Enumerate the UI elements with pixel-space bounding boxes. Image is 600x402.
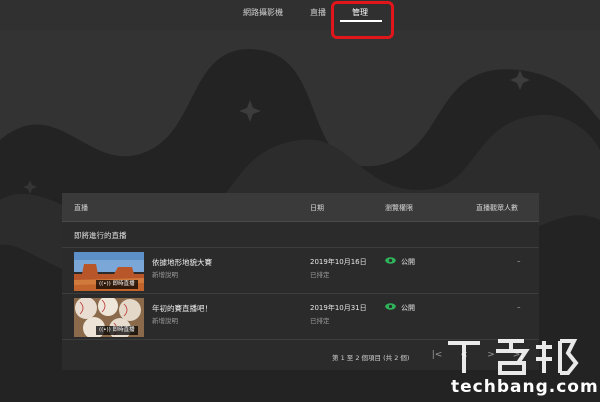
pagination-summary: 第 1 至 2 個項目 (共 2 個) [332,354,410,362]
visibility-value[interactable]: 公開 [401,257,415,267]
column-header-date[interactable]: 日期 [310,203,324,213]
column-header-visibility[interactable]: 瀏覽權限 [385,203,413,213]
tab-webcam[interactable]: 網路攝影機 [243,7,283,18]
column-header-stream[interactable]: 直播 [74,203,88,213]
stream-description[interactable]: 新增說明 [152,315,178,325]
live-badge: ((•)) 即時直播 [96,326,138,335]
table-row[interactable]: ((•)) 即時直播 依據地形地貌大賽 新增說明 2019年10月16日 已排定… [62,247,539,294]
viewer-count: – [517,303,521,311]
top-nav: 網路攝影機 直播 管理 [0,0,600,30]
stream-thumbnail[interactable]: ((•)) 即時直播 [74,252,144,291]
live-badge: ((•)) 即時直播 [96,280,138,289]
viewer-count: – [517,257,521,265]
table-row[interactable]: ((•)) 即時直播 年初的賽直播吧！ 新增說明 2019年10月31日 已排定… [62,293,539,340]
stream-date: 2019年10月31日 [310,304,367,312]
section-title: 即將進行的直播 [74,231,127,240]
highlight-box [331,1,394,39]
stream-date: 2019年10月16日 [310,258,367,266]
column-header-viewers[interactable]: 直播觀眾人數 [476,203,518,213]
stream-status: 已排定 [310,271,330,279]
eye-icon [385,303,396,310]
stream-title[interactable]: 依據地形地貌大賽 [152,257,212,268]
watermark-text: techbang.com [451,377,599,397]
table-header: 直播 日期 瀏覽權限 直播觀眾人數 [62,193,539,222]
stream-status: 已排定 [310,317,330,325]
stream-thumbnail[interactable]: ((•)) 即時直播 [74,298,144,337]
eye-icon [385,257,396,264]
stream-description[interactable]: 新增說明 [152,269,178,279]
visibility-value[interactable]: 公開 [401,303,415,313]
tab-live[interactable]: 直播 [310,7,326,18]
stream-title[interactable]: 年初的賽直播吧！ [152,303,212,314]
